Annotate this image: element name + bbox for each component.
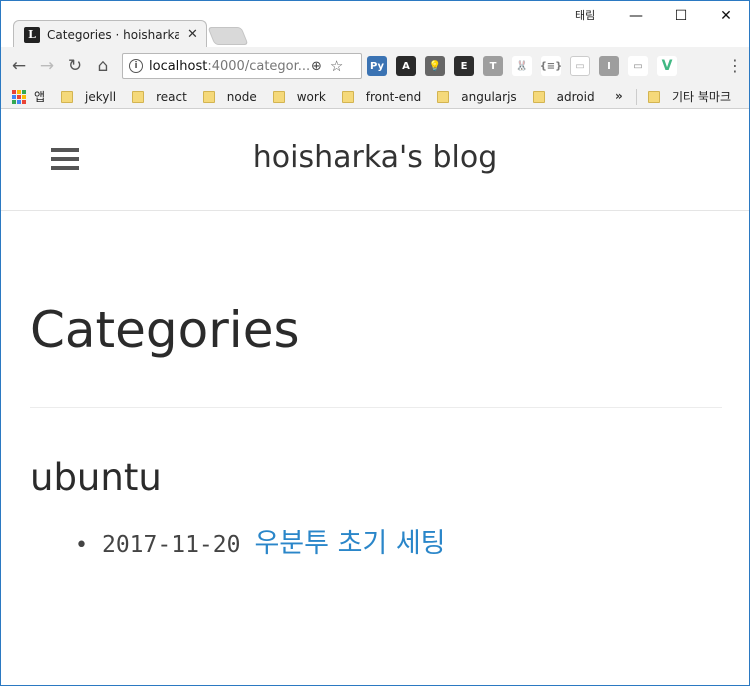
cast-icon[interactable]: ▭ (628, 56, 648, 76)
apps-label: 앱 (34, 90, 46, 104)
menu-icon[interactable]: ⋮ (727, 56, 743, 75)
folder-icon (272, 90, 285, 103)
translate-icon[interactable]: A (396, 56, 416, 76)
zoom-icon[interactable]: ⊕ (311, 59, 322, 74)
folder-icon (437, 90, 450, 103)
back-button[interactable]: ← (5, 52, 33, 80)
bookmark-label: jekyll (85, 89, 117, 104)
post-link[interactable]: 우분투 초기 세팅 (254, 521, 445, 560)
folder-icon (132, 90, 145, 103)
other-bookmarks[interactable]: 기타 북마크 (648, 88, 731, 105)
url-text[interactable]: localhost:4000/categor... (149, 59, 309, 74)
url-path: :4000/categor... (207, 58, 309, 74)
bookmark-folder-front-end[interactable]: front-end (341, 89, 422, 104)
rabbit-icon[interactable]: 🐰 (512, 56, 532, 76)
vue-icon[interactable]: V (657, 56, 677, 76)
bookmark-folder-jekyll[interactable]: jekyll (61, 90, 116, 104)
i-icon[interactable]: I (599, 56, 619, 76)
folder-icon (61, 90, 74, 103)
t-icon[interactable]: T (483, 56, 503, 76)
favicon-icon: L (24, 26, 40, 43)
evernote-icon[interactable]: E (454, 56, 474, 76)
bookmark-folder-react[interactable]: react (132, 90, 187, 104)
list-item: • 2017-11-20 우분투 초기 세팅 (75, 521, 446, 560)
bookmark-label: adroid (556, 89, 595, 104)
minimize-button[interactable]: — (613, 1, 659, 31)
apps-grid-icon (12, 89, 26, 104)
page-title: Categories (30, 301, 300, 359)
extensions-bar: Py A 💡 E T 🐰 {≡} ▭ I ▭ V (367, 56, 686, 76)
maximize-button[interactable]: ☐ (658, 1, 704, 31)
profile-name[interactable]: 태림 (575, 7, 595, 23)
bookmark-label: angularjs (461, 89, 517, 104)
dark-icon[interactable]: ▭ (570, 56, 590, 76)
browser-tab[interactable]: L Categories · hoisharka's ✕ (13, 20, 207, 48)
bookmark-label: front-end (365, 89, 422, 104)
bookmark-folder-work[interactable]: work (272, 89, 326, 104)
bookmark-label: 기타 북마크 (672, 90, 732, 104)
close-tab-icon[interactable]: ✕ (187, 27, 198, 42)
apps-bookmark[interactable]: 앱 (1, 88, 61, 105)
folder-icon (202, 90, 215, 103)
post-date: 2017-11-20 (101, 532, 241, 558)
bookmarks-separator (636, 89, 637, 105)
browser-window: L Categories · hoisharka's ✕ 태림 — ☐ ✕ ← … (0, 0, 750, 686)
bookmark-star-icon[interactable]: ☆ (330, 57, 343, 75)
post-list: • 2017-11-20 우분투 초기 세팅 (75, 521, 446, 560)
bookmark-folder-node[interactable]: node (202, 89, 257, 104)
browser-toolbar: ← → ↻ ⌂ i localhost:4000/categor... ⊕ ☆ … (1, 47, 749, 85)
forward-button[interactable]: → (33, 52, 61, 80)
bookmarks-overflow-button[interactable]: » (615, 89, 623, 103)
site-header: hoisharka's blog (1, 110, 749, 211)
bookmark-folder-angularjs[interactable]: angularjs (437, 89, 517, 104)
site-info-icon[interactable]: i (129, 59, 143, 73)
json-icon[interactable]: {≡} (540, 56, 562, 76)
bookmarks-bar: 앱 jekyll react node work front-end angul… (1, 85, 749, 109)
reload-button[interactable]: ↻ (61, 52, 89, 80)
lightbulb-icon[interactable]: 💡 (425, 56, 445, 76)
title-bar: L Categories · hoisharka's ✕ 태림 — ☐ ✕ (1, 1, 749, 48)
folder-icon (341, 90, 354, 103)
bullet-icon: • (75, 533, 88, 558)
bookmark-label: react (156, 89, 187, 104)
site-title[interactable]: hoisharka's blog (1, 140, 749, 175)
folder-icon (532, 90, 545, 103)
new-tab-button[interactable] (207, 27, 249, 45)
divider (30, 407, 722, 408)
home-button[interactable]: ⌂ (89, 52, 117, 80)
bookmark-label: work (296, 89, 326, 104)
category-heading: ubuntu (30, 456, 162, 499)
folder-icon (648, 90, 660, 103)
tab-title: Categories · hoisharka's (47, 27, 179, 42)
bookmark-label: node (226, 89, 257, 104)
address-bar[interactable]: i localhost:4000/categor... ⊕ ☆ (122, 53, 362, 79)
bookmark-folder-adroid[interactable]: adroid (532, 89, 595, 104)
url-host: localhost (149, 58, 208, 74)
python-icon[interactable]: Py (367, 56, 387, 76)
close-window-button[interactable]: ✕ (703, 1, 749, 31)
